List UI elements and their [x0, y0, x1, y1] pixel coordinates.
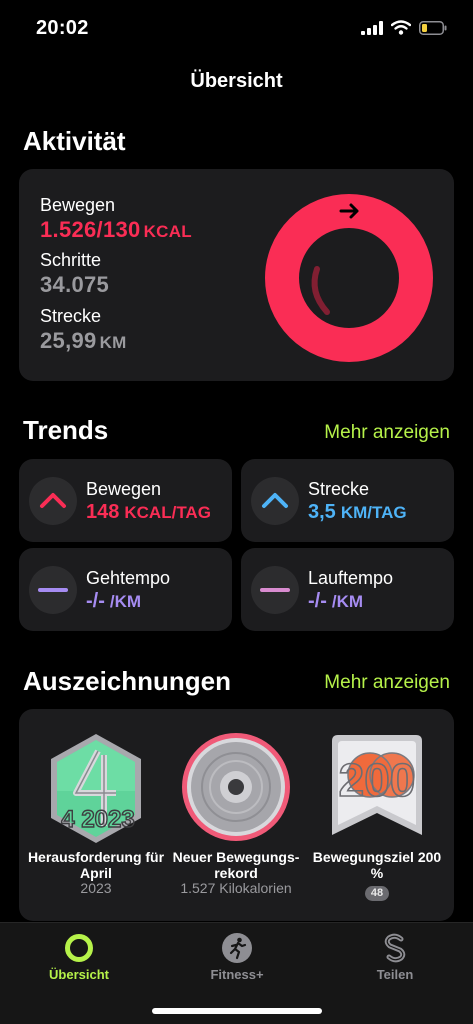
tab-sharing-label: Teilen — [376, 967, 414, 982]
trend-walk-pace-label: Gehtempo — [86, 568, 171, 588]
sharing-s-icon — [384, 933, 406, 963]
move-goal-200-badge: 200 — [332, 735, 422, 835]
cellular-signal-icon — [361, 20, 383, 35]
trend-flat-dash-icon — [260, 588, 290, 592]
distance-value-unit: KM — [99, 333, 127, 352]
activity-rings-icon — [65, 934, 93, 962]
tab-fitness-plus-label: Fitness+ — [210, 967, 264, 982]
steps-stat: Schritte 34.075 — [40, 250, 109, 298]
trend-distance-value-number: 3,5 — [308, 501, 336, 523]
trend-walk-pace-icon — [29, 566, 77, 614]
trend-walk-pace-unit: /KM — [109, 592, 142, 611]
trend-distance-icon — [251, 477, 299, 525]
award-april-title: Herausforderung für April — [27, 849, 165, 881]
trend-distance-value: 3,5 KM/TAG — [308, 501, 407, 524]
trend-flat-dash-icon — [38, 588, 68, 592]
trend-run-pace-unit: /KM — [331, 592, 364, 611]
activity-card[interactable]: Bewegen 1.526/130 KCAL Schritte 34.075 St… — [19, 169, 454, 381]
wifi-icon — [391, 20, 411, 35]
awards-card: 4 2023 Herausforderung für April 2023 Ne… — [19, 709, 454, 921]
trend-distance-card[interactable]: Strecke 3,5 KM/TAG — [241, 459, 454, 542]
award-move-goal-count-badge: 48 — [365, 886, 389, 901]
distance-stat: Strecke 25,99 KM — [40, 306, 127, 354]
trend-move-value: 148 KCAL/TAG — [86, 501, 211, 524]
trend-run-pace-card[interactable]: Lauftempo -/-/KM — [241, 548, 454, 631]
trend-run-pace-icon — [251, 566, 299, 614]
trend-up-arrow-icon — [40, 493, 66, 508]
move-stat: Bewegen 1.526/130 KCAL — [40, 195, 192, 243]
move-value: 1.526/130 KCAL — [40, 217, 192, 243]
awards-more-link[interactable]: Mehr anzeigen — [324, 672, 450, 694]
award-move-record-subtitle: 1.527 Kilokalorien — [180, 880, 292, 896]
trend-walk-pace-value-number: -/- — [86, 590, 105, 612]
trend-move-unit: KCAL/TAG — [124, 503, 211, 522]
distance-value-number: 25,99 — [40, 328, 97, 353]
move-label: Bewegen — [40, 195, 116, 215]
status-bar: 20:02 — [0, 0, 473, 56]
award-move-record-title: Neuer Bewegungs-rekord — [172, 849, 300, 881]
trend-move-label: Bewegen — [86, 479, 162, 499]
status-icons — [361, 20, 447, 35]
trend-distance-unit: KM/TAG — [340, 503, 407, 522]
trend-distance-label: Strecke — [308, 479, 370, 499]
awards-section-title: Auszeichnungen — [23, 666, 232, 696]
trends-more-link[interactable]: Mehr anzeigen — [324, 422, 450, 444]
april-challenge-badge: 4 2023 — [51, 734, 141, 843]
move-value-unit: KCAL — [143, 222, 192, 241]
award-april-subtitle: 2023 — [80, 880, 112, 896]
distance-value: 25,99 KM — [40, 328, 127, 354]
steps-value: 34.075 — [40, 272, 110, 297]
trend-move-value-number: 148 — [86, 501, 120, 523]
trend-move-card[interactable]: Bewegen 148 KCAL/TAG — [19, 459, 232, 542]
trends-section-title: Trends — [23, 415, 109, 445]
status-time: 20:02 — [36, 17, 89, 39]
steps-label: Schritte — [40, 250, 102, 270]
trend-move-icon — [29, 477, 77, 525]
trend-up-arrow-icon — [262, 493, 288, 508]
award-move-goal-title: Bewegungsziel 200 % — [312, 849, 442, 881]
trend-walk-pace-value: -/-/KM — [86, 590, 141, 613]
running-figure-icon — [222, 933, 252, 963]
award-badge-text: 4 2023 — [61, 806, 134, 833]
battery-icon — [419, 20, 447, 35]
distance-label: Strecke — [40, 306, 102, 326]
activity-section-title: Aktivität — [23, 126, 126, 156]
trend-run-pace-value: -/-/KM — [308, 590, 363, 613]
trend-run-pace-value-number: -/- — [308, 590, 327, 612]
move-ring — [265, 194, 433, 362]
trend-walk-pace-card[interactable]: Gehtempo -/-/KM — [19, 548, 232, 631]
award-badge-text: 200 — [339, 754, 416, 806]
home-indicator[interactable] — [152, 1008, 322, 1014]
move-value-number: 1.526/130 — [40, 217, 141, 242]
tab-summary-label: Übersicht — [49, 967, 109, 982]
trend-run-pace-label: Lauftempo — [308, 568, 394, 588]
move-record-badge — [182, 733, 290, 841]
page-title: Übersicht — [190, 70, 283, 92]
